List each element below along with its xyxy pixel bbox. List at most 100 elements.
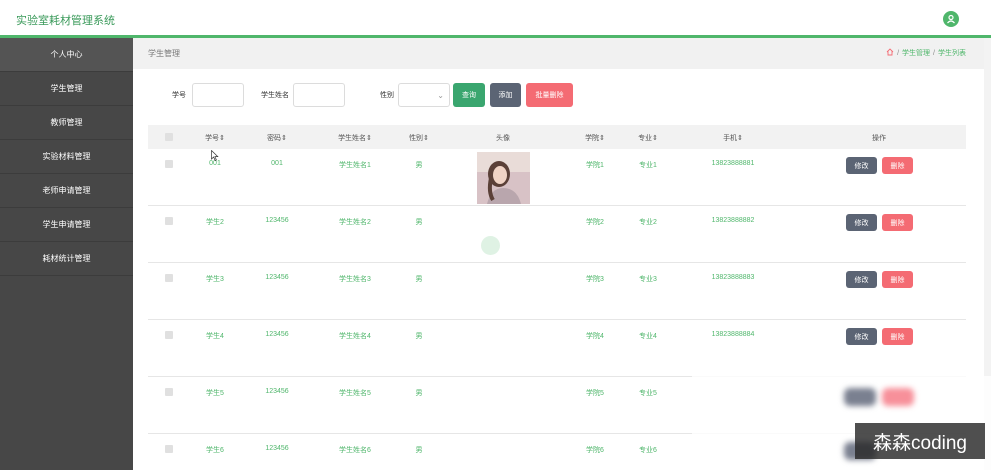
column-header-avatar: 头像 — [496, 135, 510, 142]
breadcrumb: / 学生管理 / 学生列表 — [886, 48, 966, 58]
home-icon[interactable] — [886, 48, 894, 58]
edit-button[interactable]: 修改 — [846, 271, 877, 288]
column-header-phone[interactable]: 手机⇕ — [723, 133, 743, 143]
student-name-label: 学生姓名 — [261, 92, 289, 99]
row-checkbox[interactable] — [165, 274, 173, 282]
table-row[interactable]: 学生2 123456 学生姓名2 男 学院2 专业2 13823888882 修… — [148, 206, 966, 263]
table-row[interactable]: 001 001 学生姓名1 男 学院1 专业1 13823888881 修改 删… — [148, 149, 966, 206]
blurred-edit-button — [844, 388, 876, 406]
student-no-input[interactable] — [192, 83, 244, 107]
breadcrumb-separator: / — [933, 49, 935, 57]
cell-student-name: 学生姓名6 — [339, 447, 371, 454]
mouse-cursor-icon — [211, 149, 219, 163]
cell-college: 学院1 — [586, 162, 604, 169]
cell-major: 专业2 — [639, 219, 657, 226]
table-header: 学号⇕ 密码⇕ 学生姓名⇕ 性别⇕ 头像 学院⇕ 专业⇕ 手机⇕ 操作 — [148, 125, 966, 149]
cell-college: 学院5 — [586, 390, 604, 397]
breadcrumb-student-management[interactable]: 学生管理 — [902, 48, 930, 58]
gender-select[interactable]: ⌄ — [398, 83, 450, 107]
student-name-filter: 学生姓名 — [261, 83, 345, 107]
cell-phone: 13823888881 — [711, 160, 755, 167]
sort-icon: ⇕ — [737, 135, 743, 142]
sidebar-item-lab-material-management[interactable]: 实验材料管理 — [0, 140, 133, 174]
sort-icon: ⇕ — [423, 135, 429, 142]
sort-icon: ⇕ — [281, 135, 287, 142]
sidebar-item-teacher-request-management[interactable]: 老师申请管理 — [0, 174, 133, 208]
blurred-delete-button — [882, 388, 914, 406]
breadcrumb-bar: 学生管理 / 学生管理 / 学生列表 — [133, 38, 984, 69]
cell-gender: 男 — [415, 276, 423, 283]
sidebar-item-student-management[interactable]: 学生管理 — [0, 72, 133, 106]
cell-college: 学院2 — [586, 219, 604, 226]
student-no-label: 学号 — [172, 92, 186, 99]
sort-icon: ⇕ — [219, 135, 225, 142]
column-header-student-name[interactable]: 学生姓名⇕ — [338, 133, 372, 143]
cell-password: 123456 — [265, 217, 289, 224]
table-row[interactable]: 学生3 123456 学生姓名3 男 学院3 专业3 13823888883 修… — [148, 263, 966, 320]
sidebar-item-personal-center[interactable]: 个人中心 — [0, 38, 133, 72]
student-no-filter: 学号 — [172, 83, 244, 107]
row-checkbox[interactable] — [165, 388, 173, 396]
app-title: 实验室耗材管理系统 — [16, 15, 115, 27]
cell-student-name: 学生姓名3 — [339, 276, 371, 283]
table-row[interactable]: 学生4 123456 学生姓名4 男 学院4 专业4 13823888884 修… — [148, 320, 966, 377]
breadcrumb-separator: / — [897, 49, 900, 57]
cell-student-name: 学生姓名5 — [339, 390, 371, 397]
cell-phone: 13823888884 — [711, 331, 755, 338]
cell-college: 学院6 — [586, 447, 604, 454]
cell-student-no: 学生3 — [206, 276, 224, 283]
column-header-student-no[interactable]: 学号⇕ — [205, 133, 225, 143]
cell-gender: 男 — [415, 333, 423, 340]
user-icon[interactable] — [943, 11, 959, 27]
column-header-college[interactable]: 学院⇕ — [585, 133, 605, 143]
batch-delete-button[interactable]: 批量删除 — [526, 83, 573, 107]
sort-icon: ⇕ — [652, 135, 658, 142]
breadcrumb-student-list[interactable]: 学生列表 — [938, 48, 966, 58]
cell-major: 专业4 — [639, 333, 657, 340]
cell-major: 专业3 — [639, 276, 657, 283]
column-header-password[interactable]: 密码⇕ — [267, 133, 287, 143]
sidebar-item-teacher-management[interactable]: 教师管理 — [0, 106, 133, 140]
edit-button[interactable]: 修改 — [846, 328, 877, 345]
click-indicator — [481, 236, 500, 255]
add-button[interactable]: 添加 — [490, 83, 521, 107]
gender-filter: 性别 ⌄ — [380, 83, 450, 107]
edit-button[interactable]: 修改 — [846, 214, 877, 231]
delete-button[interactable]: 删除 — [882, 157, 913, 174]
select-all-checkbox[interactable] — [165, 133, 173, 141]
watermark: 森森coding — [855, 423, 985, 459]
cell-major: 专业5 — [639, 390, 657, 397]
cell-phone: 13823888883 — [711, 274, 755, 281]
cell-student-name: 学生姓名4 — [339, 333, 371, 340]
column-header-gender[interactable]: 性别⇕ — [409, 133, 429, 143]
chevron-down-icon: ⌄ — [437, 91, 444, 100]
cell-password: 123456 — [265, 388, 289, 395]
cell-gender: 男 — [415, 219, 423, 226]
delete-button[interactable]: 删除 — [882, 271, 913, 288]
row-checkbox[interactable] — [165, 445, 173, 453]
delete-button[interactable]: 删除 — [882, 328, 913, 345]
top-bar: 实验室耗材管理系统 — [0, 0, 991, 38]
delete-button[interactable]: 删除 — [882, 214, 913, 231]
cell-major: 专业6 — [639, 447, 657, 454]
gender-label: 性别 — [380, 92, 394, 99]
row-checkbox[interactable] — [165, 217, 173, 225]
sidebar-item-student-request-management[interactable]: 学生申请管理 — [0, 208, 133, 242]
row-checkbox[interactable] — [165, 160, 173, 168]
cell-gender: 男 — [415, 162, 423, 169]
column-header-major[interactable]: 专业⇕ — [638, 133, 658, 143]
cell-student-no: 学生6 — [206, 447, 224, 454]
cell-password: 001 — [271, 160, 283, 167]
search-button[interactable]: 查询 — [453, 83, 485, 107]
page-title: 学生管理 — [148, 49, 180, 58]
cell-student-no: 学生5 — [206, 390, 224, 397]
student-name-input[interactable] — [293, 83, 345, 107]
cell-student-name: 学生姓名2 — [339, 219, 371, 226]
sidebar-item-consumable-statistics[interactable]: 耗材统计管理 — [0, 242, 133, 276]
cell-student-name: 学生姓名1 — [339, 162, 371, 169]
cell-password: 123456 — [265, 445, 289, 452]
edit-button[interactable]: 修改 — [846, 157, 877, 174]
cell-password: 123456 — [265, 274, 289, 281]
cell-major: 专业1 — [639, 162, 657, 169]
row-checkbox[interactable] — [165, 331, 173, 339]
